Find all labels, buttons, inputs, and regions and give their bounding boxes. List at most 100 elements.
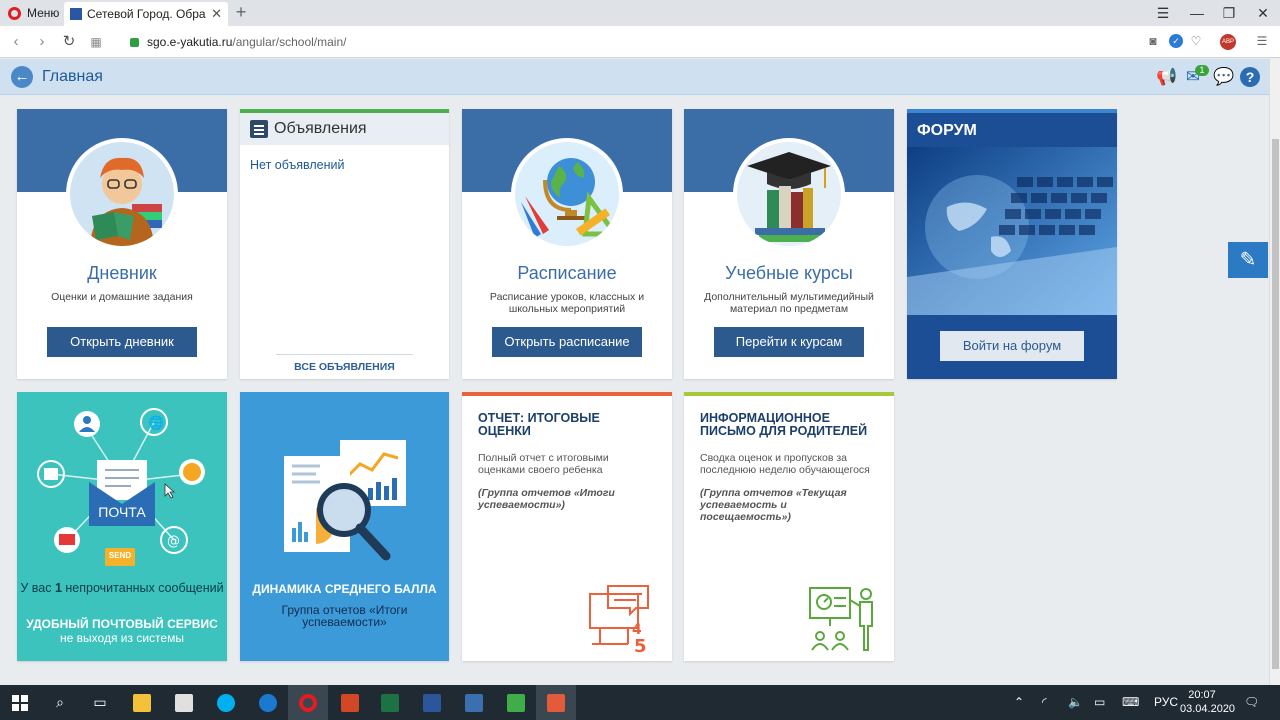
dynamics-group: Группа отчетов «Итоги успеваемости» [281,603,408,629]
forum-keyboard-image [907,147,1117,315]
url-text: sgo.e-yakutia.ru/angular/school/main/ [147,35,347,49]
forum-card: ФОРУМ Войти на форум [907,109,1117,379]
app-header [0,59,1269,95]
dynamics-title: ДИНАМИКА СРЕДНЕГО БАЛЛА [252,582,437,596]
file-explorer-icon[interactable] [122,685,162,720]
diary-title: Дневник [87,263,157,283]
mail-illustration: 🌐 @ [37,408,205,566]
chat-icon[interactable]: 💬 [1212,66,1236,88]
final-grades-report-card[interactable]: ОТЧЕТ: ИТОГОВЫЕ ОЦЕНКИ Полный отчет с ит… [462,392,672,661]
battery-icon[interactable]: ▭ [1094,685,1105,720]
speed-dial-icon[interactable]: ▦ [84,26,108,58]
announcements-title: Объявления [274,120,367,137]
back-nav-icon[interactable]: ‹ [4,26,28,58]
final-grades-group: (Группа отчетов «Итоги успеваемости») [478,487,615,511]
easy-setup-icon[interactable]: ☰ [1255,34,1269,48]
new-tab-button[interactable]: + [232,2,250,24]
courses-illustration [733,138,845,250]
word-icon[interactable] [412,685,452,720]
opera-taskbar-icon[interactable] [288,685,328,720]
enter-forum-button[interactable]: Войти на форум [940,331,1084,361]
diary-illustration [66,138,178,250]
mail-service-title: УДОБНЫЙ ПОЧТОВЫЙ СЕРВИС [26,617,218,631]
open-schedule-button[interactable]: Открыть расписание [492,327,642,357]
volume-icon[interactable]: 🔈 [1068,685,1083,720]
parents-letter-title: ИНФОРМАЦИОННОЕ ПИСЬМО ДЛЯ РОДИТЕЛЕЙ [700,411,868,438]
courses-title: Учебные курсы [725,263,853,283]
wifi-icon[interactable]: ◜ [1042,685,1047,720]
page-scrollbar[interactable] [1269,59,1280,685]
excel-icon[interactable] [370,685,410,720]
open-diary-button[interactable]: Открыть дневник [47,327,197,357]
close-window-button[interactable]: ✕ [1248,0,1278,26]
reload-icon[interactable]: ↻ [57,26,81,58]
forward-nav-icon[interactable]: › [30,26,54,58]
opera-logo-icon [8,6,21,20]
skype-icon[interactable] [206,685,246,720]
edge-icon[interactable] [248,685,288,720]
store-icon[interactable] [164,685,204,720]
mail-service-subtitle: не выходя из системы [60,631,184,645]
announcements-card: Объявления Нет объявлений ВСЕ ОБЪЯВЛЕНИЯ [240,109,449,379]
teacher-board-icon [809,587,873,651]
clock-time: 20:07 [1188,689,1216,701]
camtasia-recorder-icon[interactable] [536,685,576,720]
tab-menu-icon[interactable]: ☰ [1148,0,1178,26]
close-tab-icon[interactable]: ✕ [211,6,222,22]
search-icon[interactable]: ⌕ [40,685,80,720]
maximize-window-button[interactable]: ❐ [1214,0,1244,26]
unread-messages-text: У вас 1 непрочитанных сообщений [20,581,224,595]
adblock-icon[interactable]: ABP [1220,34,1236,50]
url-field[interactable]: sgo.e-yakutia.ru/angular/school/main/ [130,26,346,58]
save-disk-icon[interactable] [454,685,494,720]
start-button[interactable] [0,685,40,720]
minimize-window-button[interactable]: — [1182,0,1212,26]
go-to-courses-button[interactable]: Перейти к курсам [714,327,864,357]
diary-description: Оценки и домашние задания [51,291,193,303]
megaphone-icon[interactable]: 📢 [1155,66,1179,88]
svg-text:🌐: 🌐 [148,415,164,430]
all-announcements-link[interactable]: ВСЕ ОБЪЯВЛЕНИЯ [276,354,413,373]
analytics-magnifier-illustration [284,440,406,561]
grades-screen-icon: 4 5 [589,585,649,654]
bookmark-heart-icon[interactable]: ♡ [1189,34,1203,48]
snapshot-icon[interactable]: ◙ [1146,34,1160,48]
notifications-icon[interactable]: 🗨 [1244,685,1259,720]
parents-letter-report-card[interactable]: ИНФОРМАЦИОННОЕ ПИСЬМО ДЛЯ РОДИТЕЛЕЙ Свод… [684,392,894,661]
input-language-indicator[interactable]: РУС [1154,685,1178,720]
dynamics-card[interactable]: ДИНАМИКА СРЕДНЕГО БАЛЛА Группа отчетов «… [240,392,449,661]
mail-envelope-label: ПОЧТА [98,504,146,520]
send-label: SEND [108,551,132,560]
unread-count: 1 [54,581,62,595]
vpn-check-icon[interactable]: ✓ [1169,34,1183,48]
parents-letter-description: Сводка оценок и пропусков за последнюю н… [700,452,870,476]
announcements-header: Объявления [240,109,449,145]
accessibility-wand-button[interactable]: ✎ [1228,242,1268,278]
camtasia-icon[interactable] [496,685,536,720]
diary-card: Дневник Оценки и домашние задания Открыт… [17,109,227,379]
clock-date: 03.04.2020 [1180,703,1236,715]
task-view-icon[interactable]: ▭ [80,685,120,720]
unread-messages-badge: 1 [1195,65,1209,76]
final-grades-description: Полный отчет с итоговыми оценками своего… [478,452,609,476]
parents-letter-group: (Группа отчетов «Текущая успеваемость и … [700,487,847,523]
document-icon [250,120,268,138]
site-favicon-icon [70,8,82,20]
back-arrow-icon[interactable]: ← [11,66,33,88]
browser-menu-button[interactable]: Меню [0,0,67,26]
browser-menu-label: Меню [27,6,60,20]
browser-tab-title: Сетевой Город. Образова [87,7,206,21]
tray-expand-icon[interactable]: ⌃ [1014,685,1024,720]
keyboard-icon[interactable]: ⌨ [1122,685,1139,720]
help-icon[interactable]: ? [1240,67,1260,87]
mail-card[interactable]: 🌐 @ ПОЧТА SEND У вас 1 непрочитанных соо… [17,392,227,661]
system-clock[interactable]: 20:07 03.04.2020 [1180,688,1236,716]
powerpoint-icon[interactable] [330,685,370,720]
page-title: Главная [42,68,103,85]
grade-five-glyph: 5 [634,636,647,654]
windows-taskbar: ⌕ ▭ ⌃ ◜ 🔈 ▭ ⌨ РУС 20:07 03.04.2020 🗨 [0,685,1280,720]
svg-text:@: @ [167,534,180,549]
courses-card: Учебные курсы Дополнительный мультимедий… [684,109,894,379]
forum-title: ФОРУМ [907,109,1117,147]
browser-tab-active[interactable]: Сетевой Город. Образова ✕ [64,2,228,26]
